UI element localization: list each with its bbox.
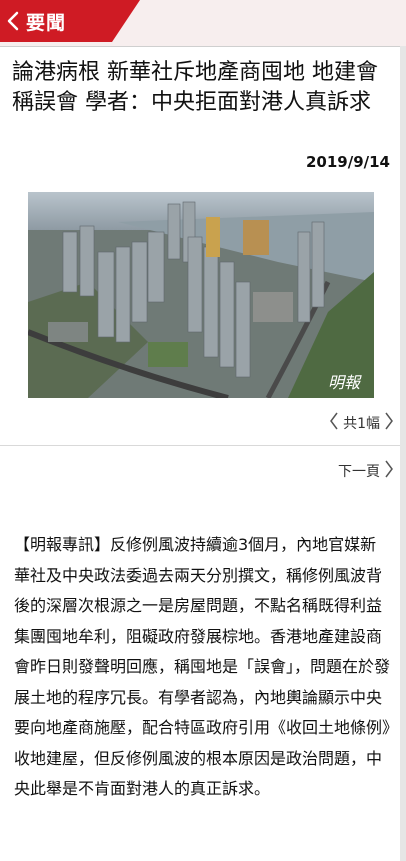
watermark-logo: 明報 bbox=[328, 373, 362, 392]
next-page-label: 下一頁 bbox=[338, 464, 380, 480]
chevron-right-icon bbox=[384, 460, 394, 482]
article-photo[interactable]: 明報 bbox=[28, 192, 374, 398]
article-body: 【明報專訊】反修例風波持續逾3個月，內地官媒新華社及中央政法委過去兩天分別撰文，… bbox=[14, 535, 391, 798]
article-date: 2019/9/14 bbox=[305, 153, 390, 171]
gallery-count[interactable]: 共1幅 bbox=[329, 412, 394, 434]
divider bbox=[0, 445, 400, 446]
article-headline: 論港病根 新華社斥地產商囤地 地建會稱誤會 學者：中央拒面對港人真訴求 bbox=[12, 60, 378, 115]
chevron-right-icon[interactable] bbox=[384, 412, 394, 434]
section-label: 要聞 bbox=[26, 11, 67, 34]
next-page-link[interactable]: 下一頁 bbox=[338, 460, 394, 482]
chevron-left-icon[interactable] bbox=[2, 0, 24, 42]
gallery-count-label: 共1幅 bbox=[343, 416, 380, 432]
top-bar: 要聞 bbox=[0, 0, 406, 47]
scrollbar-track[interactable] bbox=[400, 46, 406, 861]
section-tab[interactable]: 要聞 bbox=[0, 0, 140, 42]
chevron-left-icon[interactable] bbox=[329, 412, 339, 434]
